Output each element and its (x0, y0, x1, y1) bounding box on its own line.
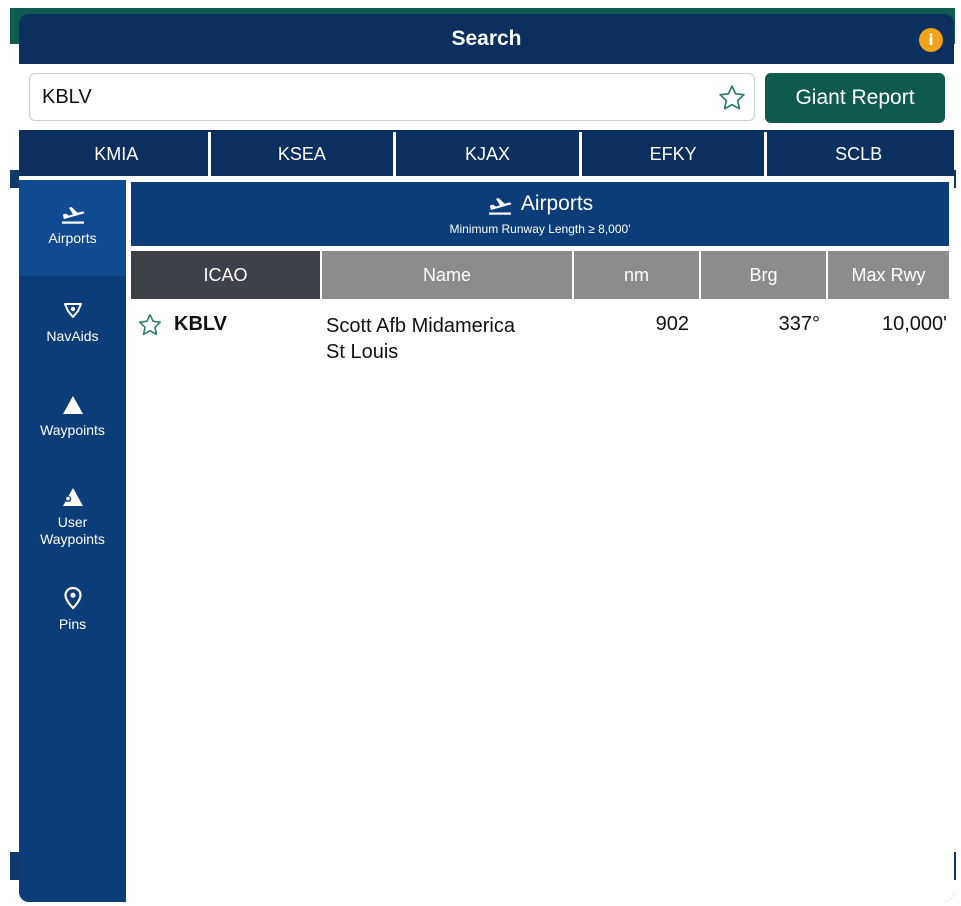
recent-tab[interactable]: KJAX (396, 132, 579, 176)
category-subtitle: Minimum Runway Length ≥ 8,000' (449, 222, 631, 236)
search-bar: Giant Report (19, 64, 954, 130)
sidebar-item-label: Airports (48, 230, 97, 246)
info-icon[interactable]: i (919, 28, 943, 52)
category-header: Airports Minimum Runway Length ≥ 8,000' (131, 182, 949, 246)
sidebar-item-label: NavAids (46, 328, 99, 344)
recent-tab[interactable]: EFKY (581, 132, 765, 176)
recent-searches: KMIA KSEA KJAX EFKY SCLB (25, 132, 950, 176)
category-sidebar: Airports NavAids Waypoints User Waypoint… (19, 180, 126, 902)
sidebar-item-label: User Waypoints (40, 514, 105, 547)
sidebar-item-label: Waypoints (40, 422, 105, 438)
sidebar-item-pins[interactable]: Pins (19, 586, 126, 666)
row-brg: 337° (778, 313, 820, 335)
row-name-line: St Louis (326, 341, 399, 363)
airplane-takeoff-icon (61, 207, 84, 224)
table-header: ICAO Name nm Brg Max Rwy (131, 251, 949, 299)
column-header-max-rwy[interactable]: Max Rwy (828, 251, 949, 299)
star-outline-icon[interactable] (717, 83, 747, 113)
search-field[interactable] (29, 73, 755, 121)
recent-tab[interactable]: KMIA (25, 132, 208, 176)
sidebar-item-airports[interactable]: Airports (19, 180, 126, 276)
table-row[interactable]: KBLV Scott Afb Midamerica St Louis 902 3… (131, 309, 949, 369)
search-dialog: Search i Giant Report KMIA KSEA KJAX EFK… (19, 14, 954, 902)
sidebar-item-user-waypoints[interactable]: User Waypoints (19, 486, 126, 570)
recent-tab[interactable]: KSEA (210, 132, 394, 176)
map-pin-icon (63, 586, 82, 610)
sidebar-item-navaids[interactable]: NavAids (19, 298, 126, 378)
airplane-takeoff-icon (488, 198, 512, 215)
column-header-brg[interactable]: Brg (701, 251, 826, 299)
giant-report-button[interactable]: Giant Report (765, 73, 945, 123)
row-max-rwy: 10,000' (882, 313, 947, 335)
column-header-icao[interactable]: ICAO (131, 251, 320, 299)
row-name-line: Scott Afb Midamerica (326, 315, 515, 337)
category-title: Airports (520, 192, 594, 215)
user-waypoint-icon (62, 488, 83, 506)
search-input[interactable] (42, 74, 692, 120)
column-header-name[interactable]: Name (322, 251, 572, 299)
sidebar-item-waypoints[interactable]: Waypoints (19, 394, 126, 474)
navaid-icon (63, 303, 82, 318)
row-icao: KBLV (174, 313, 227, 335)
sidebar-item-label: Pins (58, 616, 87, 632)
column-header-nm[interactable]: nm (574, 251, 699, 299)
recent-tab[interactable]: SCLB (767, 132, 950, 176)
star-outline-icon[interactable] (137, 312, 163, 338)
dialog-title: Search (451, 27, 522, 50)
triangle-icon (62, 396, 83, 414)
row-name: Scott Afb Midamerica St Louis (326, 313, 515, 365)
row-nm: 902 (655, 313, 689, 335)
